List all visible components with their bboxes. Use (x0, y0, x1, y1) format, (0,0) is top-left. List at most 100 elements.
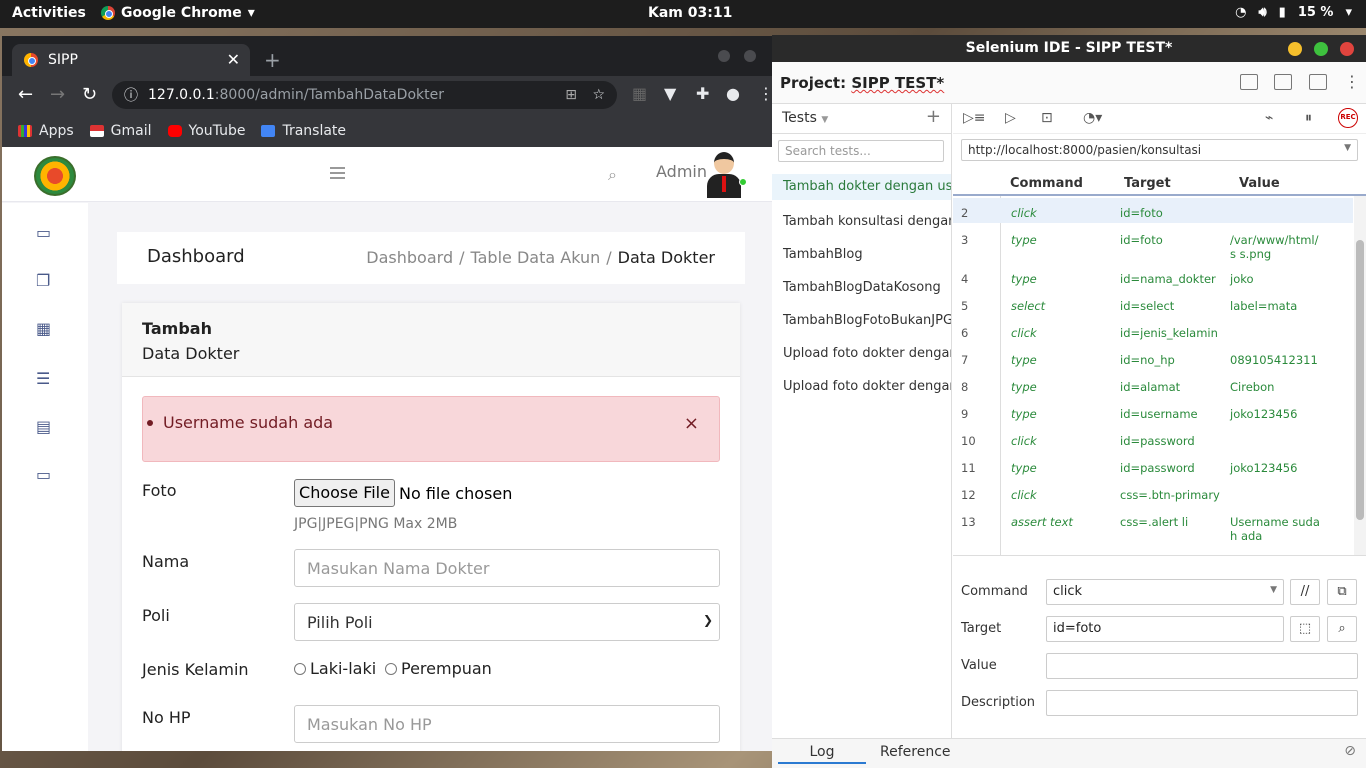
test-item[interactable]: TambahBlogFotoBukanJPG,F (783, 313, 951, 328)
step-over-icon[interactable]: ⊡ (1041, 110, 1053, 126)
new-tab-button[interactable]: + (264, 48, 281, 72)
tab-log[interactable]: Log (778, 744, 866, 764)
list-icon[interactable]: ☰ (36, 369, 56, 388)
files-icon[interactable]: ❐ (36, 271, 56, 290)
command-input[interactable]: click ▼ (1046, 579, 1284, 605)
command-row[interactable]: 8 type id=alamat Cirebon (953, 372, 1353, 397)
command-row[interactable]: 5 select id=select label=mata (953, 291, 1353, 316)
speed-icon[interactable]: ◔▾ (1083, 110, 1102, 126)
forward-icon[interactable]: → (50, 84, 65, 105)
pause-icon[interactable]: ⏸︎ (1305, 110, 1312, 126)
test-item[interactable]: TambahBlogDataKosong (783, 280, 941, 295)
avatar[interactable] (704, 150, 747, 198)
test-item[interactable]: Upload foto dokter dengan uk (783, 379, 951, 394)
profile-icon[interactable]: ● (726, 84, 740, 103)
translate-icon[interactable]: ⊞ (565, 87, 577, 103)
save-project-icon[interactable] (1309, 74, 1327, 90)
bookmark-youtube[interactable]: YouTube (167, 123, 245, 139)
breadcrumb-dashboard[interactable]: Dashboard (366, 248, 453, 267)
vertical-scrollbar[interactable] (1354, 196, 1366, 555)
close-tab-icon[interactable]: ✕ (227, 50, 240, 69)
run-current-test-icon[interactable]: ▷ (1005, 110, 1016, 126)
choose-file-button[interactable]: Choose File (294, 479, 395, 507)
more-menu-icon[interactable]: ⋮ (1344, 72, 1360, 91)
minimize-button[interactable] (1288, 42, 1302, 56)
search-icon[interactable]: ⌕ (608, 165, 617, 185)
command-row[interactable]: 6 click id=jenis_kelamin (953, 318, 1353, 343)
document-icon[interactable]: ▤ (36, 417, 56, 436)
base-url-field[interactable]: http://localhost:8000/pasien/konsultasi ▼ (961, 139, 1358, 161)
laptop-icon[interactable]: ▭ (36, 223, 56, 242)
close-button[interactable] (1340, 42, 1354, 56)
radio-laki-laki[interactable]: Laki-laki (294, 659, 376, 678)
no-hp-label: No HP (142, 708, 191, 727)
maximize-button[interactable] (1314, 42, 1328, 56)
back-icon[interactable]: ← (18, 84, 33, 105)
test-item[interactable]: TambahBlog (783, 247, 863, 262)
test-item[interactable]: Upload foto dokter dengan fo (783, 346, 951, 361)
laptop-icon[interactable]: ▭ (36, 465, 56, 484)
tests-dropdown[interactable]: Tests ▼ (782, 110, 828, 126)
row-number: 9 (961, 407, 969, 421)
command-row[interactable]: 12 click css=.btn-primary (953, 480, 1353, 505)
search-tests-input[interactable]: Search tests... (778, 140, 944, 162)
command-row[interactable]: 13 assert text css=.alert li Username suda … (953, 507, 1353, 545)
breadcrumb-table-data-akun[interactable]: Table Data Akun (471, 248, 601, 267)
record-button[interactable]: REC (1338, 108, 1358, 128)
clock[interactable]: Kam 03:11 (648, 5, 732, 21)
command-label: Command (961, 584, 1028, 599)
command-row[interactable]: 7 type id=no_hp 089105412311 (953, 345, 1353, 370)
description-input[interactable] (1046, 690, 1358, 716)
table-icon[interactable]: ▦ (36, 319, 56, 338)
open-reference-icon[interactable]: ⧉ (1327, 579, 1357, 605)
activities-button[interactable]: Activities (12, 5, 86, 21)
value-input[interactable] (1046, 653, 1358, 679)
select-target-icon[interactable]: ⬚ (1290, 616, 1320, 642)
bookmark-apps[interactable]: Apps (18, 123, 74, 139)
nama-input[interactable]: Masukan Nama Dokter (294, 549, 720, 587)
battery-icon: ▮ (1278, 5, 1286, 20)
test-item[interactable]: Tambah konsultasi dengan da (783, 214, 951, 229)
app-menu[interactable]: Google Chrome ▾ (101, 5, 255, 21)
no-hp-input[interactable]: Masukan No HP (294, 705, 720, 743)
bookmark-gmail[interactable]: Gmail (89, 123, 152, 139)
reload-icon[interactable]: ↻ (82, 84, 97, 105)
run-all-tests-icon[interactable]: ▷≡ (963, 110, 986, 126)
site-logo[interactable] (34, 156, 76, 196)
command-row[interactable]: 4 type id=nama_dokter joko (953, 264, 1353, 289)
row-number: 8 (961, 380, 969, 394)
comment-toggle-button[interactable]: // (1290, 579, 1320, 605)
maximize-button[interactable] (744, 50, 756, 62)
test-item-selected[interactable]: Tambah dokter dengan usern (772, 174, 951, 200)
disable-breakpoints-icon[interactable]: ⌁ (1265, 110, 1273, 126)
project-name[interactable]: SIPP TEST* (851, 74, 944, 92)
command-row[interactable]: 11 type id=password joko123456 (953, 453, 1353, 478)
bookmark-translate[interactable]: Translate (261, 123, 346, 139)
browser-tab[interactable]: SIPP ✕ (12, 44, 250, 76)
admin-username[interactable]: Admin (656, 162, 707, 181)
hamburger-menu-icon[interactable] (330, 167, 345, 179)
command-row[interactable]: 3 type id=foto/var/www/html/s s.png (953, 225, 1353, 261)
add-test-button[interactable]: + (926, 106, 941, 127)
info-icon[interactable]: ⓘ (124, 85, 138, 105)
address-bar[interactable]: ⓘ 127.0.0.1:8000/admin/TambahDataDokter … (112, 81, 617, 109)
command-row[interactable]: 2 click id=foto (953, 198, 1353, 223)
puzzle-icon[interactable]: ✚ (696, 84, 709, 103)
new-project-icon[interactable] (1240, 74, 1258, 90)
extension-icon[interactable]: ▦ (632, 84, 647, 103)
command-row[interactable]: 9 type id=username joko123456 (953, 399, 1353, 424)
close-icon[interactable]: × (684, 413, 699, 434)
clear-log-icon[interactable]: ⊘ (1344, 743, 1356, 759)
open-project-icon[interactable] (1274, 74, 1292, 90)
tab-reference[interactable]: Reference (880, 744, 951, 760)
radio-perempuan[interactable]: Perempuan (385, 659, 492, 678)
command-row[interactable]: 10 click id=password (953, 426, 1353, 451)
system-tray[interactable]: ◔ 🔊︎ ▮ 15 % ▾ (1235, 5, 1352, 20)
find-target-icon[interactable]: ⌕ (1327, 616, 1357, 642)
caret-down-icon: ▾ (247, 5, 255, 21)
minimize-button[interactable] (718, 50, 730, 62)
poli-select[interactable]: Pilih Poli ❯ (294, 603, 720, 641)
target-input[interactable]: id=foto (1046, 616, 1284, 642)
vue-devtools-icon[interactable]: ▼ (664, 84, 676, 103)
star-icon[interactable]: ☆ (592, 87, 605, 103)
